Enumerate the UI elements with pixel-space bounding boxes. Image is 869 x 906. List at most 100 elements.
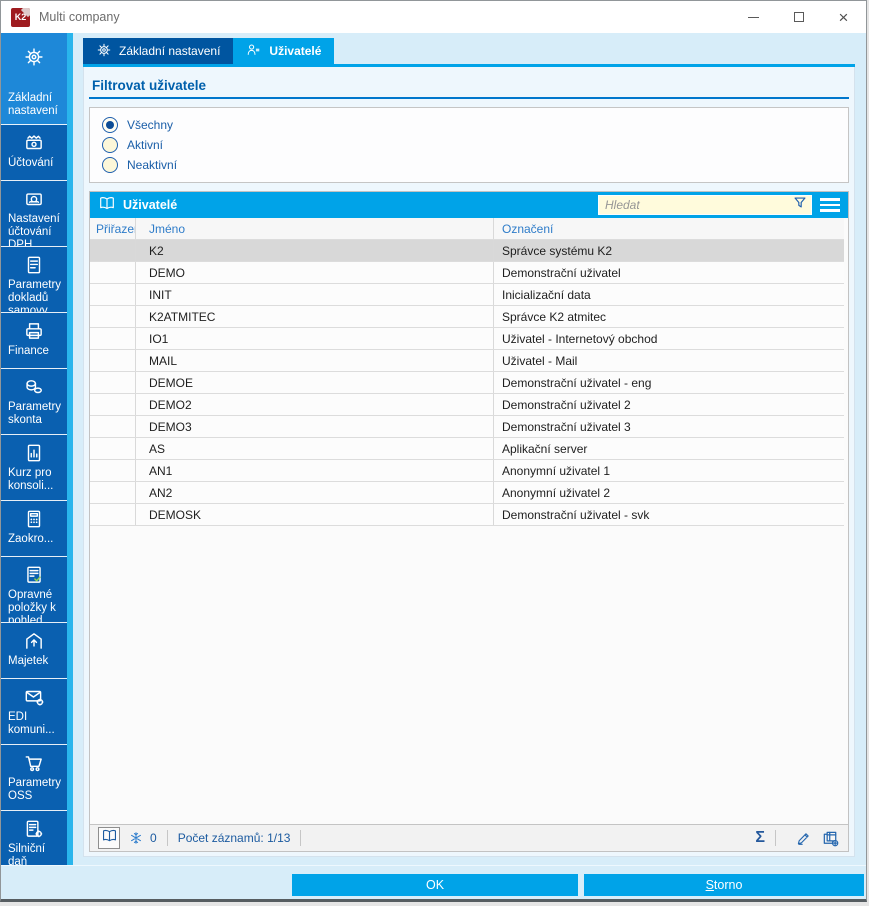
cell-jmeno: DEMO bbox=[136, 262, 494, 283]
cell-jmeno: AS bbox=[136, 438, 494, 459]
close-button[interactable]: × bbox=[821, 1, 866, 33]
users-panel: Uživatelé PřiřazenJménoOznačeníK2Správce… bbox=[89, 191, 849, 852]
column-header-oznaceni[interactable]: Označení bbox=[494, 218, 848, 239]
table-row[interactable]: K2ATMITEC Správce K2 atmitec bbox=[90, 306, 844, 328]
cell-jmeno: K2ATMITEC bbox=[136, 306, 494, 327]
sidebar-item-zaokrouhleni[interactable]: Zaokro... bbox=[1, 501, 67, 557]
title-bar: K2 Multi company × bbox=[1, 1, 866, 33]
cell-prirazen bbox=[90, 350, 136, 371]
sidebar-item-zakladni-nastaveni[interactable]: Základní nastavení bbox=[1, 33, 67, 125]
sidebar-item-parametry-oss[interactable]: Parametry OSS bbox=[1, 745, 67, 811]
sidebar-item-nastaveni-uctovani-dph[interactable]: Nastavení účtování DPH bbox=[1, 181, 67, 247]
sidebar-item-label: Základní nastavení bbox=[8, 92, 58, 117]
record-count-label: Počet záznamů: 1/13 bbox=[177, 831, 291, 845]
table-row[interactable]: INIT Inicializační data bbox=[90, 284, 844, 306]
sidebar-item-opravne-polozky[interactable]: Opravné položky k pohled bbox=[1, 557, 67, 623]
table-row[interactable]: AN1 Anonymní uživatel 1 bbox=[90, 460, 844, 482]
sidebar-item-label: Účtování bbox=[8, 157, 54, 169]
sidebar-item-finance[interactable]: Finance bbox=[1, 313, 67, 369]
table-row[interactable]: MAIL Uživatel - Mail bbox=[90, 350, 844, 372]
cell-prirazen bbox=[90, 504, 136, 525]
cart-icon bbox=[23, 752, 45, 774]
documents-icon bbox=[23, 254, 45, 276]
sidebar-item-label: Majetek bbox=[8, 655, 49, 667]
sidebar-item-silnicni-dan[interactable]: Silniční daň bbox=[1, 811, 67, 865]
users-panel-title: Uživatelé bbox=[123, 198, 178, 212]
sidebar-item-kurz-pro-konsolidaci[interactable]: Kurz pro konsoli... bbox=[1, 435, 67, 501]
table-row[interactable]: DEMOE Demonstrační uživatel - eng bbox=[90, 372, 844, 394]
cell-prirazen bbox=[90, 262, 136, 283]
radio-option-aktivní[interactable]: Aktivní bbox=[102, 137, 836, 153]
checklist-icon bbox=[23, 564, 45, 586]
cell-jmeno: DEMOE bbox=[136, 372, 494, 393]
tab-zakladni-nastaveni[interactable]: Základní nastavení bbox=[83, 38, 234, 64]
cell-jmeno: MAIL bbox=[136, 350, 494, 371]
divider bbox=[300, 830, 302, 846]
sidebar-item-parametry-dokladu[interactable]: Parametry dokladů samovy bbox=[1, 247, 67, 313]
table-row[interactable]: DEMOSK Demonstrační uživatel - svk bbox=[90, 504, 844, 526]
minimize-button[interactable] bbox=[731, 1, 776, 33]
cell-oznaceni: Demonstrační uživatel bbox=[494, 262, 848, 283]
copy-table-icon[interactable] bbox=[821, 829, 840, 848]
radio-button bbox=[102, 137, 118, 153]
sidebar-item-label: Opravné položky k pohled bbox=[8, 589, 56, 623]
cell-oznaceni: Demonstrační uživatel 3 bbox=[494, 416, 848, 437]
storno-button[interactable]: Storno bbox=[584, 874, 864, 896]
sidebar-item-label: EDI komuni... bbox=[8, 711, 55, 736]
divider bbox=[166, 830, 168, 846]
table-row[interactable]: DEMO Demonstrační uživatel bbox=[90, 262, 844, 284]
sidebar-item-uctovani[interactable]: Účtování bbox=[1, 125, 67, 181]
sigma-icon[interactable]: Σ bbox=[755, 829, 765, 847]
table-header-row: PřiřazenJménoOznačení bbox=[90, 218, 844, 240]
funnel-icon[interactable] bbox=[791, 194, 809, 217]
cell-oznaceni: Demonstrační uživatel - eng bbox=[494, 372, 848, 393]
k2-logo-icon: K2 bbox=[11, 7, 30, 27]
users-panel-header: Uživatelé bbox=[90, 192, 848, 218]
window-title: Multi company bbox=[39, 10, 120, 24]
user-icon bbox=[246, 42, 262, 61]
cell-prirazen bbox=[90, 284, 136, 305]
book-icon bbox=[101, 827, 118, 849]
table-row[interactable]: IO1 Uživatel - Internetový obchod bbox=[90, 328, 844, 350]
search-input[interactable] bbox=[605, 198, 791, 212]
cell-jmeno: IO1 bbox=[136, 328, 494, 349]
hamburger-menu-icon[interactable] bbox=[817, 194, 843, 216]
gear-icon bbox=[96, 42, 112, 61]
radio-option-všechny[interactable]: Všechny bbox=[102, 117, 836, 133]
radio-label: Neaktivní bbox=[127, 158, 178, 172]
maximize-icon bbox=[793, 12, 804, 22]
close-icon: × bbox=[838, 7, 849, 27]
cell-oznaceni: Správce systému K2 bbox=[494, 240, 848, 261]
cell-prirazen bbox=[90, 416, 136, 437]
pencil-icon[interactable] bbox=[795, 830, 812, 847]
sidebar-item-edi-komunikace[interactable]: EDI komuni... bbox=[1, 679, 67, 745]
maximize-button[interactable] bbox=[776, 1, 821, 33]
table-row[interactable]: K2 Správce systému K2 bbox=[90, 240, 844, 262]
column-header-jmeno[interactable]: Jméno bbox=[136, 218, 494, 239]
table-row[interactable]: DEMO3 Demonstrační uživatel 3 bbox=[90, 416, 844, 438]
sidebar-item-parametry-skonta[interactable]: Parametry skonta bbox=[1, 369, 67, 435]
table-row[interactable]: DEMO2 Demonstrační uživatel 2 bbox=[90, 394, 844, 416]
sidebar-item-label: Finance bbox=[8, 345, 49, 357]
cell-oznaceni: Uživatel - Mail bbox=[494, 350, 848, 371]
cell-prirazen bbox=[90, 394, 136, 415]
status-bar-actions: Σ bbox=[755, 829, 840, 848]
search-box bbox=[598, 195, 812, 215]
column-header-prirazen[interactable]: Přiřazen bbox=[90, 218, 136, 239]
radio-button bbox=[102, 117, 118, 133]
filter-options-box: Všechny Aktivní Neaktivní bbox=[89, 107, 849, 183]
cell-jmeno: AN1 bbox=[136, 460, 494, 481]
table-row[interactable]: AS Aplikační server bbox=[90, 438, 844, 460]
app-window: K2 Multi company × Základní nastavení Účto… bbox=[0, 0, 867, 902]
cell-prirazen bbox=[90, 240, 136, 261]
tab-uzivatele[interactable]: Uživatelé bbox=[233, 38, 335, 64]
table-row[interactable]: AN2 Anonymní uživatel 2 bbox=[90, 482, 844, 504]
ok-button[interactable]: OK bbox=[292, 874, 578, 896]
book-view-button[interactable] bbox=[98, 827, 120, 849]
radio-option-neaktivní[interactable]: Neaktivní bbox=[102, 157, 836, 173]
chart-doc-icon bbox=[23, 442, 45, 464]
book-icon bbox=[98, 194, 116, 217]
calculator-icon bbox=[23, 508, 45, 530]
sidebar-item-majetek[interactable]: Majetek bbox=[1, 623, 67, 679]
star-count: 0 bbox=[150, 831, 157, 845]
